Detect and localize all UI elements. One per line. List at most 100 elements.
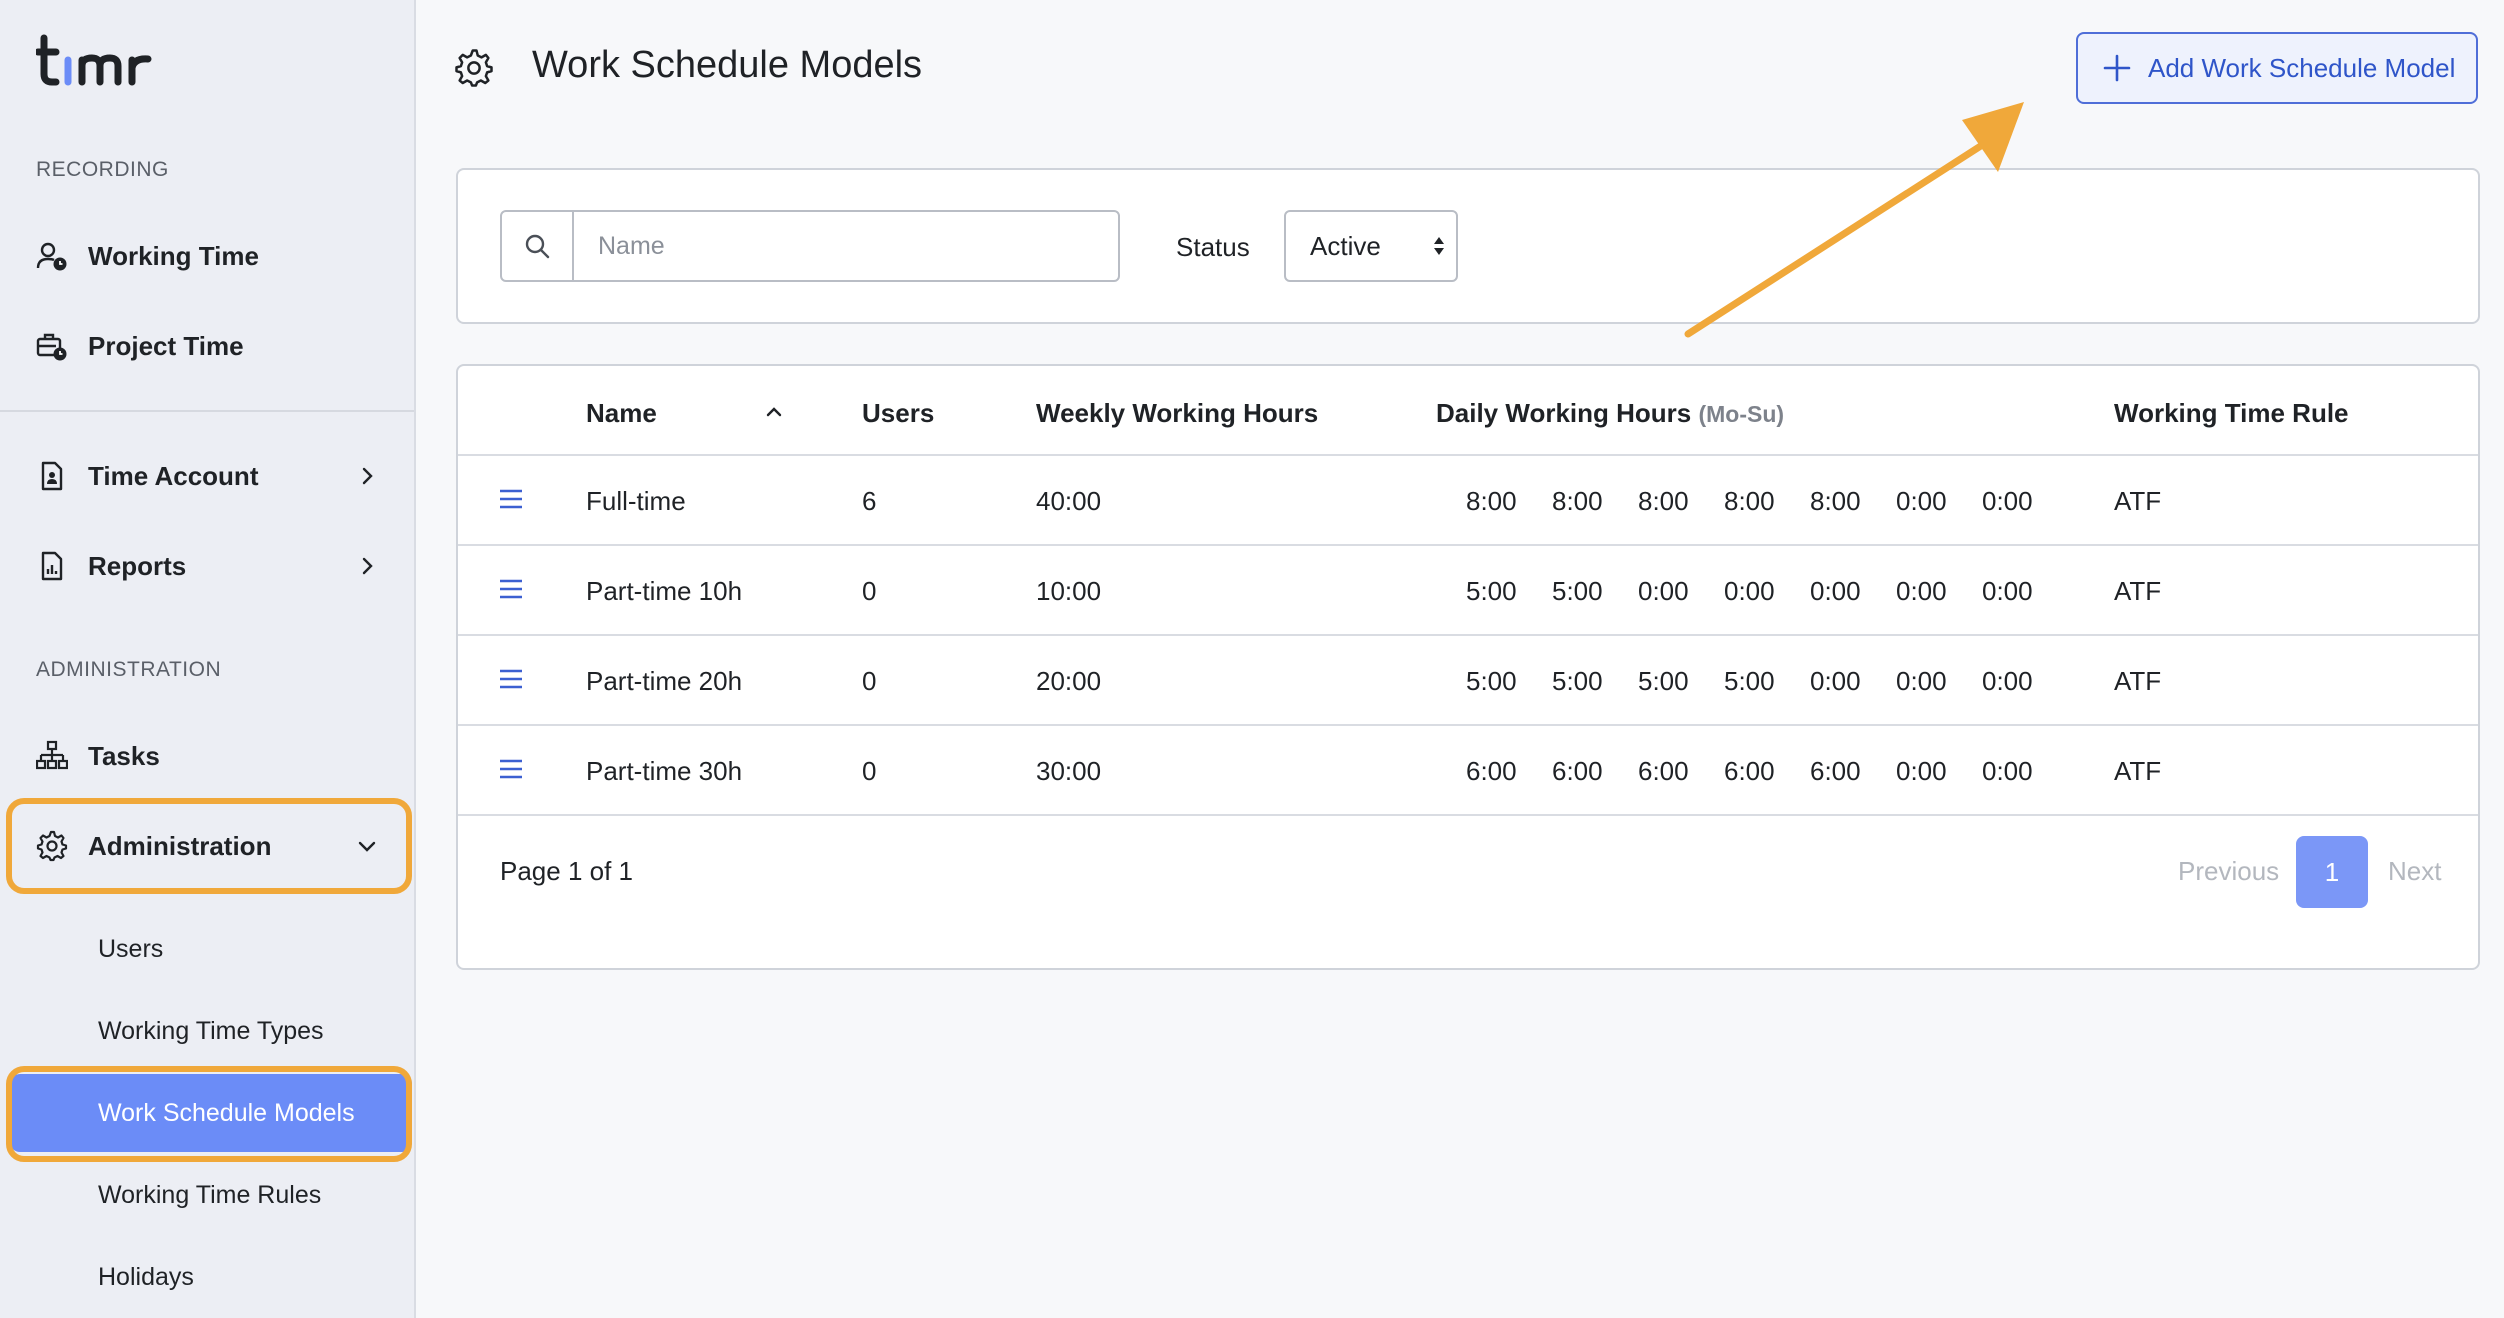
search-button[interactable] (502, 212, 574, 280)
chevron-right-icon (362, 557, 373, 575)
cell-daily-sun: 0:00 (1982, 576, 2033, 606)
sidebar-subitem-label: Work Schedule Models (98, 1098, 355, 1127)
table-row[interactable]: Part-time 20h 0 20:00 5:00 5:00 5:00 5:0… (458, 636, 2478, 724)
sort-ascending-icon[interactable] (764, 404, 784, 420)
sidebar-item-time-account[interactable]: Time Account (0, 444, 414, 508)
menu-icon[interactable] (498, 488, 524, 510)
document-icon (41, 461, 63, 491)
row-divider (458, 814, 2478, 816)
cell-daily-mon: 5:00 (1466, 666, 1517, 696)
cell-daily-mon: 8:00 (1466, 486, 1517, 516)
gear-icon (36, 830, 68, 862)
cell-name: Part-time 10h (586, 576, 743, 606)
status-label: Status (1176, 232, 1250, 262)
cell-daily-sun: 0:00 (1982, 666, 2033, 696)
sidebar-subitem-users[interactable]: Users (10, 910, 412, 988)
sidebar-subitem-working-time-rules[interactable]: Working Time Rules (10, 1156, 412, 1234)
cell-weekly-hours: 10:00 (1036, 576, 1102, 606)
pagination-next[interactable]: Next (2388, 856, 2441, 887)
sidebar-item-label: Reports (88, 550, 187, 581)
add-button-label: Add Work Schedule Model (2148, 52, 2456, 83)
search-icon (525, 234, 550, 259)
menu-icon[interactable] (498, 758, 524, 780)
cell-daily-sat: 0:00 (1896, 576, 1947, 606)
cell-daily-wed: 0:00 (1638, 576, 1689, 606)
cell-weekly-hours: 30:00 (1036, 756, 1102, 786)
section-label-administration: ADMINISTRATION (36, 658, 222, 681)
cell-name: Part-time 30h (586, 756, 743, 786)
sidebar-item-label: Project Time (88, 330, 244, 361)
cell-daily-mon: 5:00 (1466, 576, 1517, 606)
sidebar-item-label: Working Time (88, 240, 259, 271)
table-row[interactable]: Full-time 6 40:00 8:00 8:00 8:00 8:00 8:… (458, 456, 2478, 544)
column-header-working-time-rule: Working Time Rule (2114, 398, 2349, 428)
cell-weekly-hours: 40:00 (1036, 486, 1102, 516)
add-work-schedule-model-button[interactable]: Add Work Schedule Model (2076, 32, 2478, 104)
column-header-name[interactable]: Name (586, 398, 657, 429)
pagination-previous[interactable]: Previous (2178, 856, 2279, 887)
cell-daily-sat: 0:00 (1896, 756, 1947, 786)
cell-daily-thu: 6:00 (1724, 756, 1775, 786)
cell-working-time-rule: ATF (2114, 666, 2162, 696)
cell-daily-wed: 6:00 (1638, 756, 1689, 786)
sidebar-item-working-time[interactable]: Working Time (0, 224, 414, 288)
sidebar-item-reports[interactable]: Reports (0, 534, 414, 598)
search-input[interactable] (574, 212, 1118, 280)
briefcase-clock-icon (36, 333, 67, 361)
sidebar-divider (0, 410, 414, 412)
cell-name: Full-time (586, 486, 686, 516)
select-arrows-icon (1434, 237, 1444, 255)
search-box (500, 210, 1120, 282)
page-title: Work Schedule Models (532, 44, 923, 86)
cell-name: Part-time 20h (586, 666, 743, 696)
sidebar-subitem-work-schedule-models[interactable]: Work Schedule Models (10, 1074, 412, 1152)
menu-icon[interactable] (498, 578, 524, 600)
sidebar-subitem-working-time-types[interactable]: Working Time Types (10, 992, 412, 1070)
sidebar-subitem-label: Working Time Rules (98, 1180, 322, 1209)
cell-daily-fri: 8:00 (1810, 486, 1861, 516)
cell-daily-sat: 0:00 (1896, 486, 1947, 516)
cell-users: 6 (862, 486, 877, 516)
cell-daily-thu: 0:00 (1724, 576, 1775, 606)
logo-text: timr (36, 30, 38, 31)
table-row[interactable]: Part-time 10h 0 10:00 5:00 5:00 0:00 0:0… (458, 546, 2478, 634)
daily-hours-title: Daily Working Hours (1436, 398, 1692, 428)
cell-working-time-rule: ATF (2114, 486, 2162, 516)
chevron-right-icon (362, 467, 373, 485)
sidebar-subitem-label: Users (98, 934, 164, 963)
sidebar: timr RECORDING Working Time Project Time… (0, 0, 416, 1318)
sidebar-item-label: Administration (88, 830, 272, 861)
cell-daily-fri: 6:00 (1810, 756, 1861, 786)
cell-daily-wed: 8:00 (1638, 486, 1689, 516)
cell-daily-tue: 5:00 (1552, 576, 1603, 606)
cell-daily-mon: 6:00 (1466, 756, 1517, 786)
sidebar-subitem-label: Holidays (98, 1262, 194, 1291)
cell-daily-tue: 8:00 (1552, 486, 1603, 516)
work-schedule-table: Name Users Weekly Working Hours Daily Wo… (456, 364, 2480, 970)
menu-icon[interactable] (498, 668, 524, 690)
column-header-daily-hours: Daily Working Hours (Mo-Su) (1436, 398, 1784, 429)
cell-daily-tue: 6:00 (1552, 756, 1603, 786)
filter-panel: Status Active (456, 168, 2480, 324)
table-row[interactable]: Part-time 30h 0 30:00 6:00 6:00 6:00 6:0… (458, 726, 2478, 814)
cell-users: 0 (862, 666, 877, 696)
cell-daily-sun: 0:00 (1982, 756, 2033, 786)
sidebar-item-label: Tasks (88, 740, 160, 771)
sidebar-item-tasks[interactable]: Tasks (0, 724, 414, 788)
hierarchy-icon (36, 740, 68, 770)
sidebar-item-project-time[interactable]: Project Time (0, 314, 414, 378)
column-header-weekly-hours: Weekly Working Hours (1036, 398, 1319, 428)
sidebar-item-administration[interactable]: Administration (0, 814, 414, 878)
sidebar-subitem-holidays[interactable]: Holidays (10, 1238, 412, 1316)
status-select[interactable]: Active (1284, 210, 1458, 282)
cell-users: 0 (862, 756, 877, 786)
chevron-down-icon (358, 841, 376, 852)
cell-working-time-rule: ATF (2114, 576, 2162, 606)
chart-document-icon (41, 551, 63, 581)
pagination-page-1[interactable]: 1 (2296, 836, 2368, 908)
timr-logo[interactable]: timr (36, 30, 166, 100)
cell-working-time-rule: ATF (2114, 756, 2162, 786)
page-info: Page 1 of 1 (500, 856, 633, 886)
cell-daily-thu: 5:00 (1724, 666, 1775, 696)
status-select-value: Active (1310, 230, 1381, 261)
